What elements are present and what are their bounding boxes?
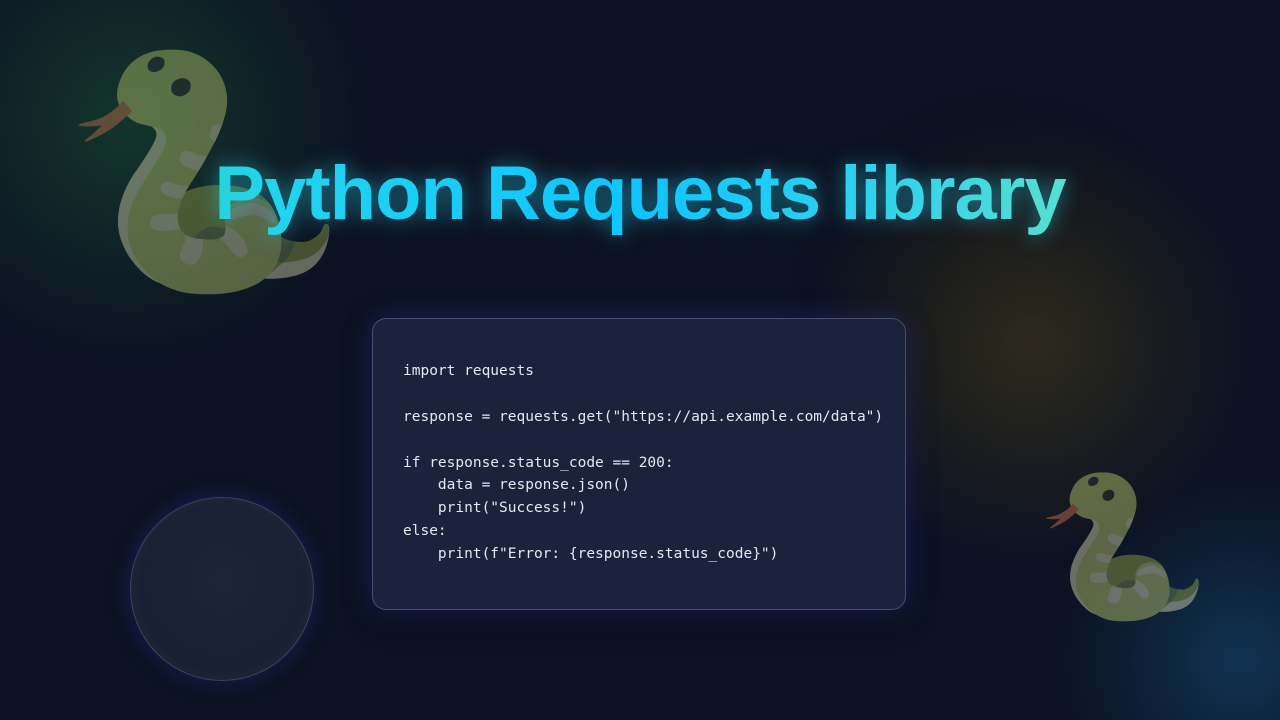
decorative-orb — [130, 497, 314, 681]
code-line: data = response.json() — [403, 477, 630, 494]
code-line: print(f"Error: {response.status_code}") — [403, 546, 779, 563]
slide-canvas: 🐍 🐍 Python Requests library import reque… — [0, 0, 1280, 720]
slide-title: Python Requests library — [0, 150, 1280, 237]
python-snake-icon-small: 🐍 — [1036, 466, 1211, 629]
code-line: print("Success!") — [403, 500, 587, 517]
code-line: response = requests.get("https://api.exa… — [403, 408, 884, 425]
code-line: if response.status_code == 200: — [403, 454, 674, 471]
code-line: else: — [403, 523, 447, 540]
code-block: import requests response = requests.get(… — [372, 318, 906, 610]
code-line: import requests — [403, 363, 534, 379]
